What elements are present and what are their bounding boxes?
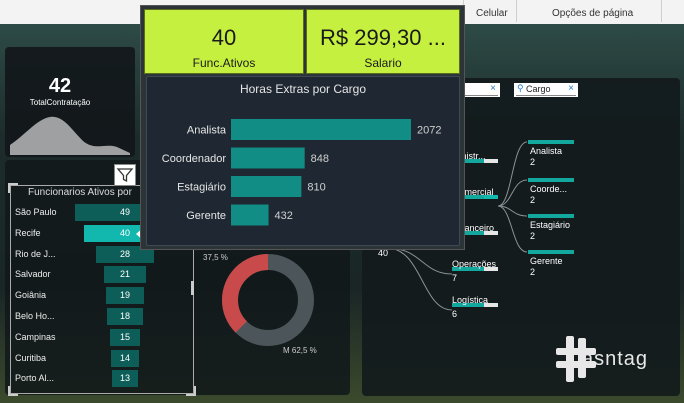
kpi-func-ativos-label: Func.Ativos xyxy=(192,56,256,70)
kpi-func-ativos-value: 40 xyxy=(211,25,237,50)
tree-dept-value: 6 xyxy=(452,309,458,319)
brand-logo-text: asntag xyxy=(582,348,649,370)
city-label: Recife xyxy=(15,227,41,238)
bar-category-label: Gerente xyxy=(186,210,226,222)
bar-3[interactable] xyxy=(231,204,269,226)
tree-dept-value: 7 xyxy=(452,273,458,283)
city-label: Goiânia xyxy=(15,290,47,301)
bar-1[interactable] xyxy=(231,147,305,169)
kpi-salario-value: R$ 299,30 ... xyxy=(320,25,446,50)
list-item[interactable]: Campinas 15 xyxy=(15,328,195,347)
tree-cargo-label[interactable]: Gerente xyxy=(530,256,563,266)
funnel-value: 15 xyxy=(119,331,130,342)
kpi-total-value: 42 xyxy=(48,75,72,97)
overtime-chart-panel[interactable]: Horas Extras por Cargo Analista 2072 Coord… xyxy=(146,76,460,246)
list-item[interactable]: Belo Ho... 18 xyxy=(15,308,195,326)
ribbon-separator xyxy=(661,0,662,22)
tree-cargo-label[interactable]: Coorde... xyxy=(530,184,567,194)
bar-value-label: 848 xyxy=(311,153,329,165)
city-label: Salvador xyxy=(15,269,51,280)
kpi-salario[interactable]: R$ 299,30 ... Salario xyxy=(306,9,460,74)
overtime-bar-chart[interactable]: Analista 2072 Coordenador 848 Estagiário 810 G… xyxy=(147,97,459,247)
ribbon-item-page-options[interactable]: Opções de página xyxy=(552,8,633,19)
chart-title: Horas Extras por Cargo xyxy=(239,82,367,96)
tree-cargo-bar[interactable] xyxy=(528,250,574,254)
tree-cargo-bar[interactable] xyxy=(528,140,574,144)
donut-label-right: M 62,5 % xyxy=(283,346,317,355)
tree-dept-label[interactable]: Operações xyxy=(452,259,496,269)
tree-cargo-value: 2 xyxy=(530,157,536,167)
func-active-title: Funcionarios Ativos por xyxy=(28,187,132,198)
list-item[interactable]: Salvador 21 xyxy=(15,266,195,284)
city-label: Rio de J... xyxy=(15,248,56,259)
tree-cargo-label[interactable]: Estagiário xyxy=(530,220,570,230)
tree-cargo-value: 2 xyxy=(530,267,536,277)
kpi-func-ativos[interactable]: 40 Func.Ativos xyxy=(144,9,304,74)
bar-category-label: Estagiário xyxy=(177,182,226,194)
tree-dept-label[interactable]: Logística xyxy=(452,295,488,305)
city-label: Curitiba xyxy=(15,352,47,363)
list-item[interactable]: Goiânia 19 xyxy=(15,287,195,305)
tree-cargo-bar[interactable] xyxy=(528,214,574,218)
bar-category-label: Coordenador xyxy=(162,153,227,165)
tree-cargo-value: 2 xyxy=(530,231,536,241)
funnel-value: 13 xyxy=(119,373,130,384)
funnel-value: 21 xyxy=(119,269,130,280)
kpi-total-label: TotalContratação xyxy=(29,98,91,107)
bar-category-label: Analista xyxy=(187,125,227,137)
ribbon-separator xyxy=(516,0,517,22)
bar-value-label: 2072 xyxy=(417,125,441,137)
kpi-salario-label: Salario xyxy=(364,56,402,70)
tree-cargo-bar[interactable] xyxy=(528,178,574,182)
funnel-value: 28 xyxy=(119,248,130,259)
bar-0[interactable] xyxy=(231,119,411,140)
area-sparkline xyxy=(10,116,130,155)
funnel-value: 14 xyxy=(119,352,130,363)
list-item[interactable]: Porto Al... 13 xyxy=(15,370,195,388)
tree-cargo-value: 2 xyxy=(530,195,536,205)
bar-value-label: 810 xyxy=(307,182,325,194)
resize-handle[interactable] xyxy=(8,183,18,193)
bar-value-label: 432 xyxy=(275,210,293,222)
funnel-value: 19 xyxy=(119,290,130,301)
ribbon-item-celular[interactable]: Celular xyxy=(476,8,508,19)
filter-icon[interactable] xyxy=(114,164,136,186)
donut-label-left: 37,5 % xyxy=(203,253,228,262)
kpi-total-hiring[interactable]: 42 TotalContratação xyxy=(5,47,135,157)
city-label: São Paulo xyxy=(15,207,57,217)
bar-2[interactable] xyxy=(231,176,302,197)
brand-logo: asntag xyxy=(552,334,672,384)
funnel-value: 18 xyxy=(119,311,130,321)
funnel-value: 49 xyxy=(119,207,130,217)
city-label: Campinas xyxy=(15,331,56,342)
city-label: Belo Ho... xyxy=(15,311,55,321)
city-label: Porto Al... xyxy=(15,373,55,384)
donut-chart[interactable] xyxy=(218,250,318,350)
list-item[interactable]: Curitiba 14 xyxy=(15,349,195,368)
tree-cargo-label[interactable]: Analista xyxy=(530,146,562,156)
